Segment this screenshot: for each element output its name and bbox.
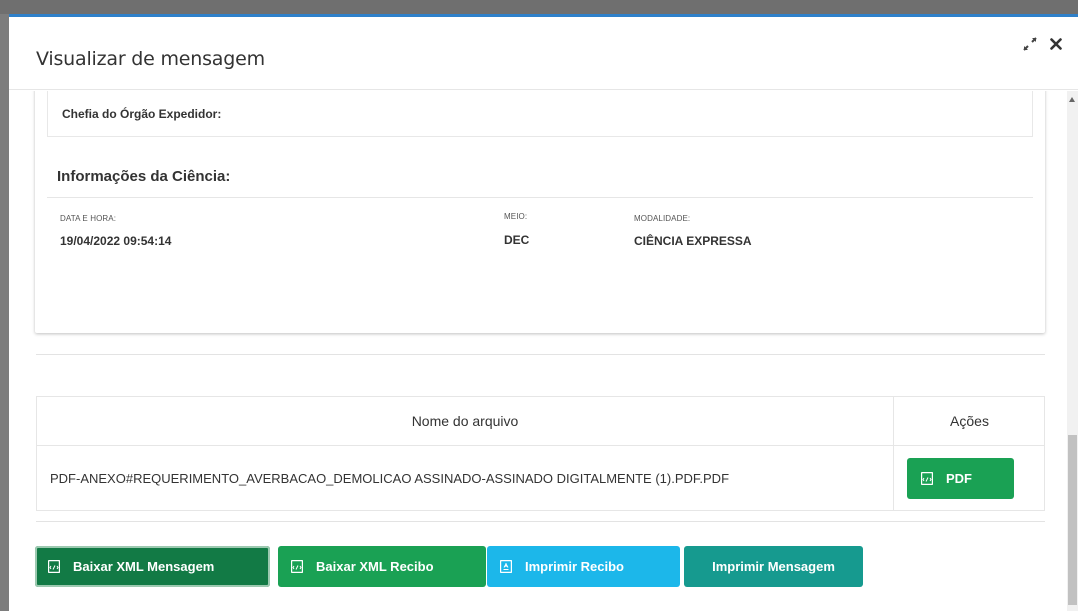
ciencia-title: Informações da Ciência: (57, 168, 231, 185)
field-value-modalidade: CIÊNCIA EXPRESSA (634, 234, 752, 248)
chefia-box: Chefia do Órgão Expedidor: (47, 91, 1033, 137)
button-label: Imprimir Mensagem (712, 559, 835, 574)
scroll-up-arrow-icon[interactable] (1069, 97, 1075, 102)
file-code-icon (47, 559, 61, 574)
field-label-meio: MEIO: (504, 212, 528, 221)
header-icons (1022, 36, 1064, 52)
field-label-modalidade: MODALIDADE: (634, 214, 691, 223)
column-header-file-name: Nome do arquivo (37, 397, 894, 446)
divider (36, 354, 1045, 355)
message-modal: Visualizar de mensagem Chefia do Órgão E… (9, 14, 1078, 611)
print-message-button[interactable]: Imprimir Mensagem (684, 546, 863, 587)
print-receipt-button[interactable]: Imprimir Recibo (487, 546, 680, 587)
button-label: Imprimir Recibo (525, 559, 624, 574)
field-label-data-hora: DATA E HORA: (60, 214, 117, 223)
modal-header: Visualizar de mensagem (9, 17, 1078, 90)
ciencia-card: Chefia do Órgão Expedidor: Informações d… (35, 91, 1045, 333)
chefia-label: Chefia do Órgão Expedidor: (62, 107, 222, 121)
actions-cell: PDF (894, 446, 1045, 511)
file-code-icon (920, 471, 934, 486)
column-header-actions: Ações (894, 397, 1045, 446)
page-backdrop-top (0, 0, 1078, 14)
divider (36, 521, 1045, 522)
files-table: Nome do arquivo Ações PDF-ANEXO#REQUERIM… (36, 396, 1045, 511)
divider (47, 197, 1033, 198)
field-value-data-hora: 19/04/2022 09:54:14 (60, 234, 172, 248)
file-pdf-icon (499, 559, 513, 574)
download-pdf-button[interactable]: PDF (907, 458, 1014, 499)
button-label: Baixar XML Recibo (316, 559, 434, 574)
modal-body: Chefia do Órgão Expedidor: Informações d… (9, 91, 1067, 611)
close-icon[interactable] (1048, 36, 1064, 52)
file-name-cell: PDF-ANEXO#REQUERIMENTO_AVERBACAO_DEMOLIC… (37, 446, 894, 511)
button-label: Baixar XML Mensagem (73, 559, 215, 574)
modal-title: Visualizar de mensagem (36, 48, 265, 70)
download-xml-message-button[interactable]: Baixar XML Mensagem (35, 546, 270, 587)
scrollbar[interactable] (1067, 91, 1078, 611)
field-value-meio: DEC (504, 233, 530, 247)
pdf-button-label: PDF (946, 471, 972, 486)
download-xml-receipt-button[interactable]: Baixar XML Recibo (278, 546, 486, 587)
scroll-thumb[interactable] (1068, 435, 1077, 605)
expand-icon[interactable] (1022, 36, 1038, 52)
file-code-icon (290, 559, 304, 574)
